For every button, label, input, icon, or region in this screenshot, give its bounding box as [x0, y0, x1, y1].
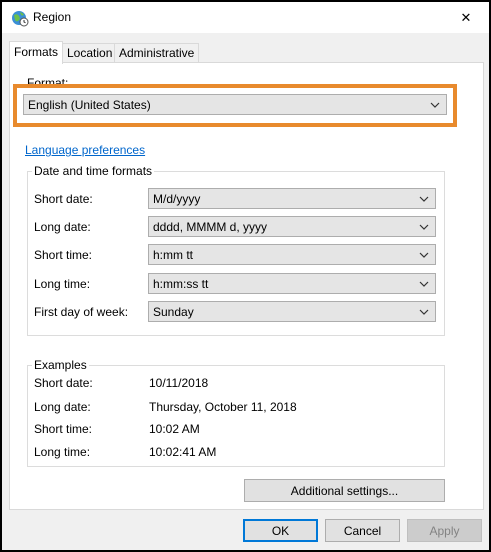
- globe-clock-icon: [12, 11, 29, 27]
- example-long-date-value: Thursday, October 11, 2018: [149, 400, 297, 414]
- cancel-button[interactable]: Cancel: [325, 519, 400, 542]
- example-short-date-value: 10/11/2018: [149, 376, 209, 390]
- first-day-of-week-value: Sunday: [153, 305, 194, 319]
- examples-title: Examples: [32, 358, 89, 372]
- tab-administrative[interactable]: Administrative: [114, 43, 200, 63]
- example-long-time-label: Long time:: [34, 445, 91, 459]
- close-icon: ✕: [460, 9, 472, 25]
- short-date-label: Short date:: [34, 192, 93, 206]
- first-day-of-week-dropdown[interactable]: Sunday: [148, 301, 436, 322]
- chevron-down-icon: [419, 196, 429, 202]
- format-highlight-box: [13, 84, 457, 127]
- long-time-dropdown[interactable]: h:mm:ss tt: [148, 273, 436, 294]
- long-time-label: Long time:: [34, 277, 91, 291]
- short-date-dropdown[interactable]: M/d/yyyy: [148, 188, 436, 209]
- tab-location[interactable]: Location: [62, 43, 118, 63]
- example-short-date-label: Short date:: [34, 376, 93, 390]
- example-short-time-value: 10:02 AM: [149, 422, 200, 436]
- apply-button[interactable]: Apply: [407, 519, 482, 542]
- long-date-value: dddd, MMMM d, yyyy: [153, 220, 268, 234]
- example-short-time-label: Short time:: [34, 422, 93, 436]
- long-date-label: Long date:: [34, 220, 91, 234]
- title-bar: Region ✕: [2, 2, 489, 33]
- date-time-formats-title: Date and time formats: [32, 164, 155, 178]
- tab-formats[interactable]: Formats: [9, 41, 64, 64]
- long-date-dropdown[interactable]: dddd, MMMM d, yyyy: [148, 216, 436, 237]
- chevron-down-icon: [419, 309, 429, 315]
- long-time-value: h:mm:ss tt: [153, 277, 209, 291]
- close-button[interactable]: ✕: [443, 2, 489, 33]
- ok-button[interactable]: OK: [243, 519, 318, 542]
- first-day-of-week-label: First day of week:: [34, 305, 129, 319]
- window-title: Region: [33, 10, 72, 24]
- short-time-value: h:mm tt: [153, 248, 194, 262]
- short-time-label: Short time:: [34, 248, 93, 262]
- additional-settings-button[interactable]: Additional settings...: [244, 479, 445, 502]
- example-long-date-label: Long date:: [34, 400, 91, 414]
- chevron-down-icon: [419, 224, 429, 230]
- region-dialog: Region ✕ Formats Location Administrative…: [2, 2, 489, 550]
- chevron-down-icon: [419, 252, 429, 258]
- short-date-value: M/d/yyyy: [153, 192, 201, 206]
- short-time-dropdown[interactable]: h:mm tt: [148, 244, 436, 265]
- language-preferences-link[interactable]: Language preferences: [25, 143, 145, 157]
- example-long-time-value: 10:02:41 AM: [149, 445, 217, 459]
- chevron-down-icon: [419, 281, 429, 287]
